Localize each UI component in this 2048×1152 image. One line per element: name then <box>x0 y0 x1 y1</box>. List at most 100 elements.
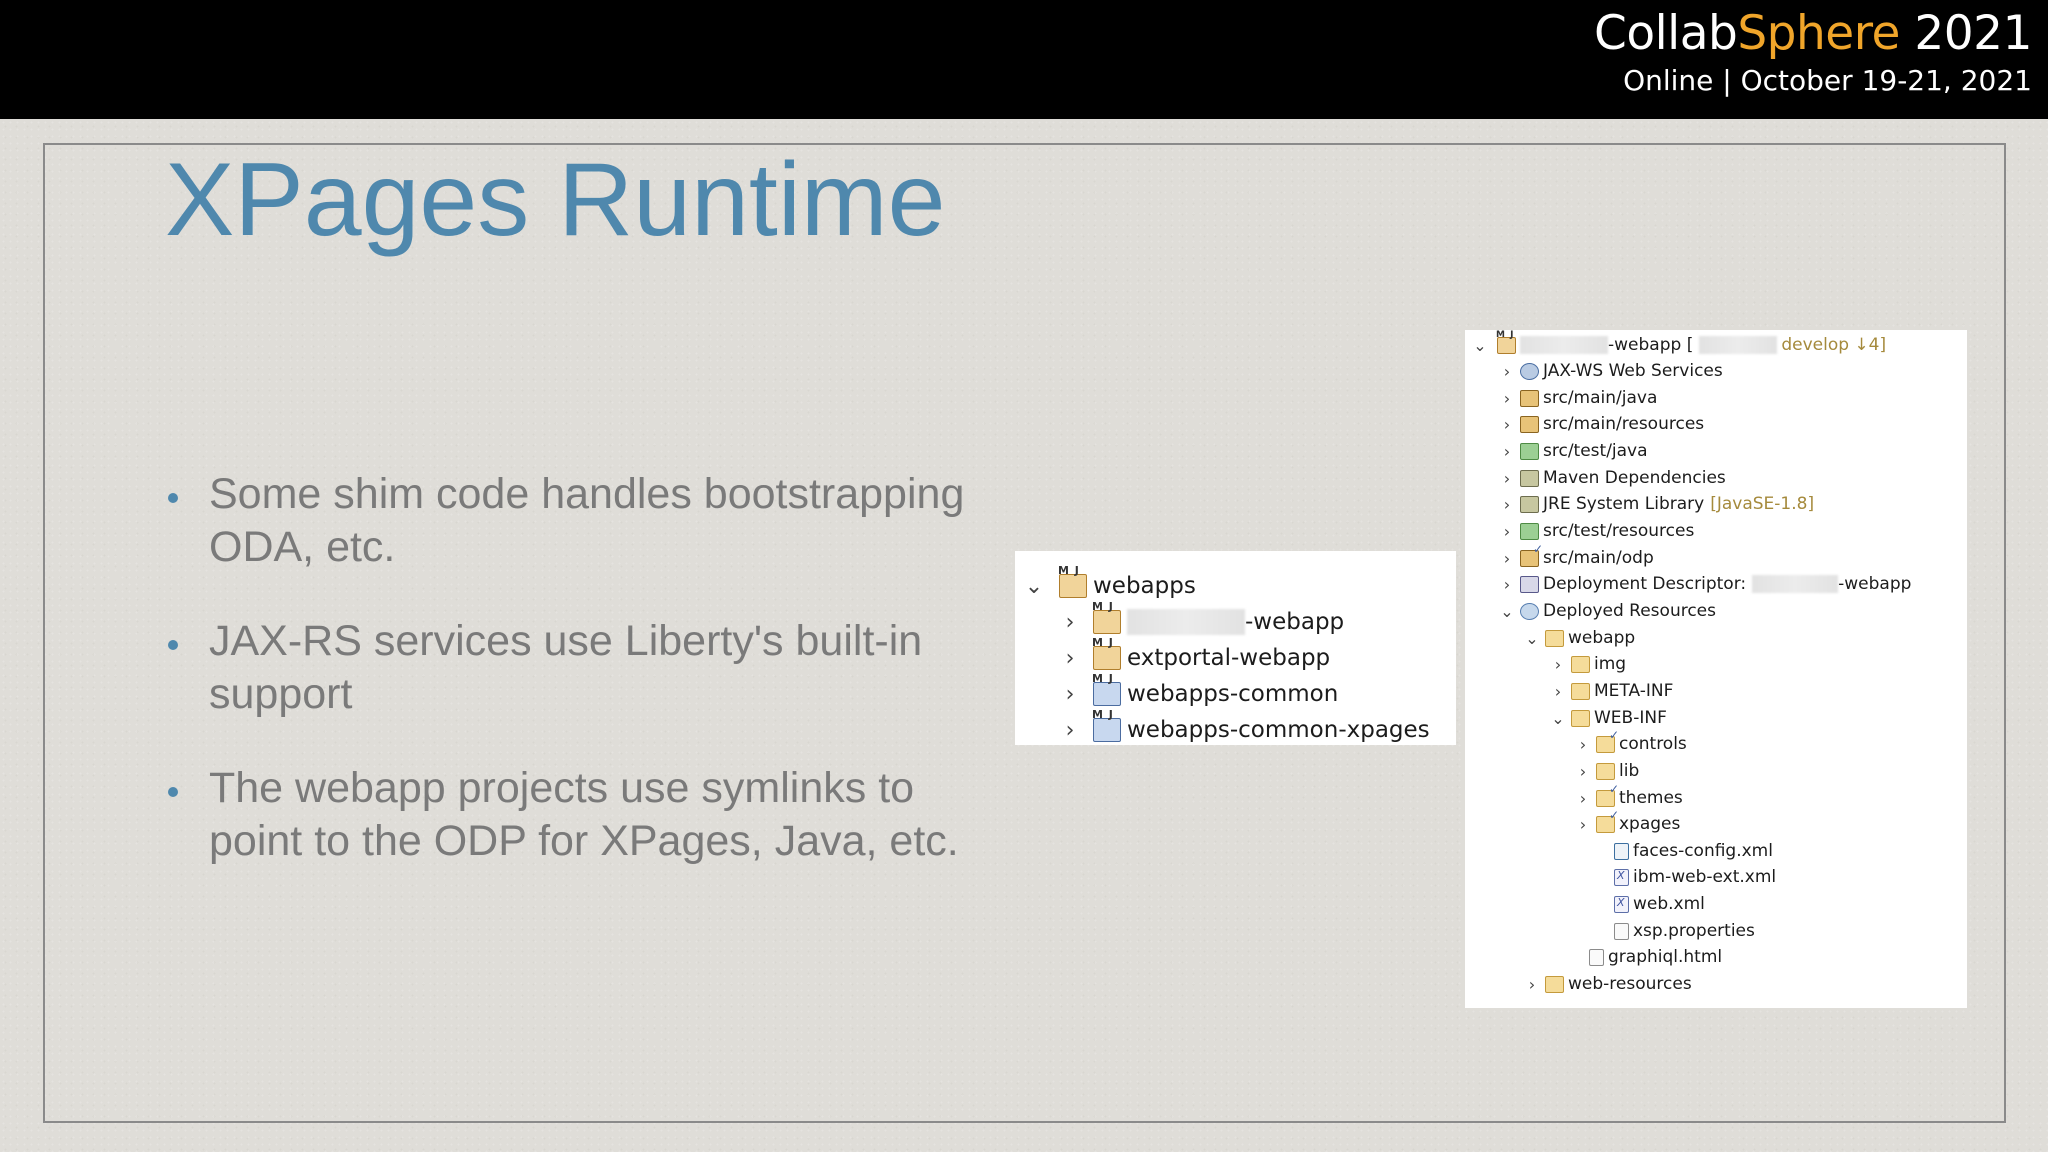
chevron-right-icon[interactable]: › <box>1574 762 1592 781</box>
chevron-right-icon[interactable]: › <box>1498 495 1516 514</box>
tree-item[interactable]: › Deployment Descriptor: -webapp <box>1498 571 1912 597</box>
workspace-tree-panel: ⌄ webapps › -webapp › extportal-webapp ›… <box>1015 551 1456 745</box>
tree-item-label: Maven Dependencies <box>1543 468 1726 488</box>
redacted-name <box>1520 336 1608 354</box>
tree-item[interactable]: faces-config.xml <box>1592 838 1773 864</box>
folder-icon <box>1571 655 1590 673</box>
bullet-text: The webapp projects use symlinks to poin… <box>209 764 959 865</box>
tree-item[interactable]: › JRE System Library [JavaSE-1.8] <box>1498 491 1814 517</box>
tree-item-label: extportal-webapp <box>1127 645 1331 671</box>
tree-item[interactable]: › Maven Dependencies <box>1498 465 1726 491</box>
tree-item[interactable]: › META-INF <box>1549 678 1674 704</box>
chevron-right-icon[interactable]: › <box>1498 442 1516 461</box>
tree-item-webapps-common[interactable]: › webapps-common <box>1059 672 1339 712</box>
chevron-right-icon[interactable]: › <box>1498 549 1516 568</box>
tree-item[interactable]: › lib <box>1574 758 1639 784</box>
tree-item[interactable]: graphiql.html <box>1567 944 1722 970</box>
chevron-right-icon[interactable]: › <box>1498 575 1516 594</box>
chevron-right-icon[interactable]: › <box>1574 815 1592 834</box>
xml-file-icon <box>1614 868 1629 886</box>
tree-item-label: webapps-common-xpages <box>1127 717 1430 743</box>
tree-item-webapps-common-xpages[interactable]: › webapps-common-xpages <box>1059 708 1430 745</box>
bullet-dot-icon <box>168 787 178 797</box>
git-branch-decoration: develop ↓4] <box>1781 335 1887 355</box>
folder-icon <box>1571 682 1590 700</box>
chevron-right-icon[interactable]: › <box>1498 469 1516 488</box>
redacted-branch <box>1699 336 1778 354</box>
brand-year: 2021 <box>1899 6 2032 61</box>
tree-item[interactable]: web.xml <box>1592 891 1705 917</box>
tree-item-extportal-webapp[interactable]: › extportal-webapp <box>1059 636 1331 676</box>
faces-config-icon <box>1614 842 1629 860</box>
tree-item-label: src/main/java <box>1543 388 1658 408</box>
chevron-down-icon[interactable]: ⌄ <box>1549 709 1567 728</box>
chevron-right-icon[interactable]: › <box>1059 718 1081 743</box>
library-icon <box>1520 495 1539 513</box>
tree-item[interactable]: › src/main/odp <box>1498 542 1654 571</box>
folder-icon <box>1596 762 1615 780</box>
chevron-down-icon[interactable]: ⌄ <box>1471 336 1489 355</box>
brand-subtitle: Online | October 19-21, 2021 <box>1623 64 2032 97</box>
tree-item-label: ibm-web-ext.xml <box>1633 867 1777 887</box>
web-services-icon <box>1520 362 1539 380</box>
tree-item-label: src/test/resources <box>1543 521 1695 541</box>
tree-item-label: Deployment Descriptor: <box>1543 574 1747 594</box>
tree-item-project-root[interactable]: ⌄ -webapp [ develop ↓4] <box>1471 330 1887 358</box>
tree-item[interactable]: › src/main/java <box>1498 385 1658 411</box>
deployment-descriptor-icon <box>1520 575 1539 593</box>
html-file-icon <box>1589 948 1604 966</box>
tree-item[interactable]: › src/main/resources <box>1498 411 1704 437</box>
chevron-right-icon[interactable]: › <box>1498 389 1516 408</box>
tree-item[interactable]: xsp.properties <box>1592 918 1755 944</box>
chevron-right-icon[interactable]: › <box>1498 522 1516 541</box>
maven-project-icon <box>1092 636 1121 670</box>
chevron-right-icon[interactable]: › <box>1059 646 1081 671</box>
tree-item[interactable]: › src/test/java <box>1498 438 1648 464</box>
linked-folder-icon <box>1596 782 1619 807</box>
tree-item[interactable]: › src/test/resources <box>1498 518 1695 544</box>
chevron-right-icon[interactable]: › <box>1523 975 1541 994</box>
redacted-name <box>1127 609 1245 635</box>
folder-icon <box>1545 629 1564 647</box>
chevron-down-icon[interactable]: ⌄ <box>1523 629 1541 648</box>
chevron-right-icon[interactable]: › <box>1059 610 1081 635</box>
test-source-folder-icon <box>1520 442 1539 460</box>
library-icon <box>1520 469 1539 487</box>
bullet-item: Some shim code handles bootstrapping ODA… <box>165 468 1025 574</box>
chevron-right-icon[interactable]: › <box>1574 735 1592 754</box>
chevron-right-icon[interactable]: › <box>1498 362 1516 381</box>
tree-item[interactable]: ⌄ Deployed Resources <box>1498 598 1716 624</box>
tree-item-webapps[interactable]: ⌄ webapps <box>1023 564 1196 604</box>
conference-header-bar: CollabSphere 2021 Online | October 19-21… <box>0 0 2048 119</box>
bullet-text: JAX-RS services use Liberty's built-in s… <box>209 617 923 718</box>
tree-item-label: web-resources <box>1568 974 1692 994</box>
tree-item[interactable]: › JAX-WS Web Services <box>1498 358 1723 384</box>
jre-version-decoration: [JavaSE-1.8] <box>1710 494 1815 514</box>
brand-name-part2: Sphere <box>1737 6 1900 61</box>
chevron-right-icon[interactable]: › <box>1549 655 1567 674</box>
tree-item-label: JRE System Library <box>1543 494 1705 514</box>
tree-item[interactable]: ⌄ WEB-INF <box>1549 705 1667 731</box>
bullet-dot-icon <box>168 640 178 650</box>
tree-item[interactable]: › img <box>1549 651 1626 677</box>
tree-item[interactable]: › controls <box>1574 728 1687 757</box>
tree-item[interactable]: › themes <box>1574 782 1683 811</box>
tree-item-redacted-webapp[interactable]: › -webapp <box>1059 600 1344 640</box>
chevron-right-icon[interactable]: › <box>1549 682 1567 701</box>
folder-icon <box>1571 709 1590 727</box>
maven-project-icon <box>1496 330 1516 354</box>
redacted-name <box>1752 575 1839 593</box>
tree-item[interactable]: › xpages <box>1574 808 1681 837</box>
chevron-down-icon[interactable]: ⌄ <box>1498 602 1516 621</box>
tree-item[interactable]: ibm-web-ext.xml <box>1592 864 1776 890</box>
chevron-right-icon[interactable]: › <box>1498 415 1516 434</box>
tree-item-label: WEB-INF <box>1594 708 1667 728</box>
maven-project-icon <box>1092 600 1121 634</box>
tree-item-label: webapp <box>1568 628 1636 648</box>
chevron-right-icon[interactable]: › <box>1574 789 1592 808</box>
linked-folder-icon <box>1596 808 1619 833</box>
tree-item[interactable]: › web-resources <box>1523 971 1692 997</box>
chevron-right-icon[interactable]: › <box>1059 682 1081 707</box>
chevron-down-icon[interactable]: ⌄ <box>1023 574 1045 599</box>
tree-item[interactable]: ⌄ webapp <box>1523 625 1635 651</box>
